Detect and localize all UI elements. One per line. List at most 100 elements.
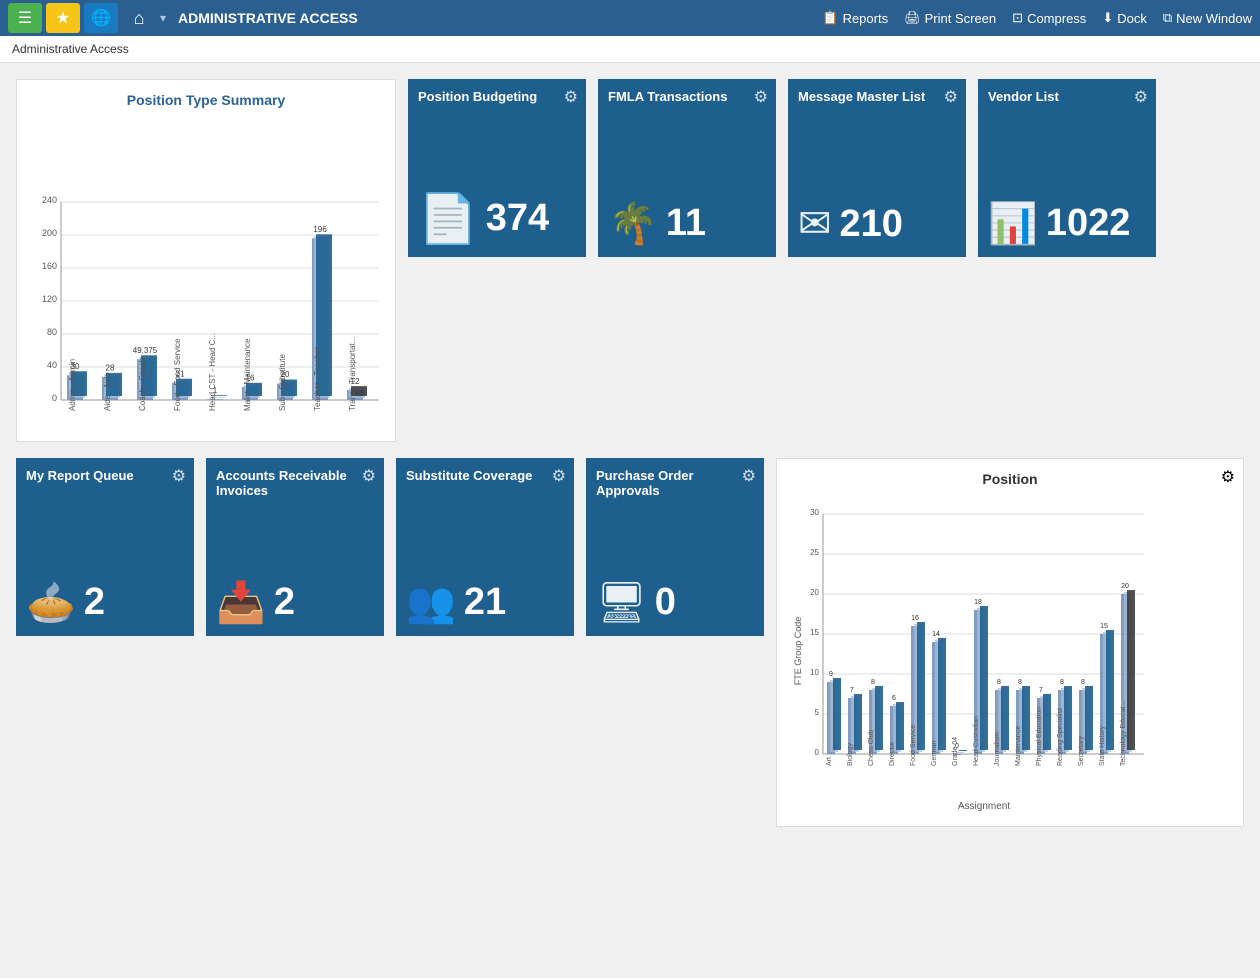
tile-count-fmla: 11 [666, 202, 706, 245]
home-button[interactable]: ⌂ [122, 3, 156, 33]
topbar: ☰ ★ 🌐 ⌂ ▾ ADMINISTRATIVE ACCESS 📋 Report… [0, 0, 1260, 36]
svg-text:German: German [931, 741, 938, 766]
gear-icon-vendor[interactable]: ⚙ [1134, 87, 1148, 107]
svg-text:25: 25 [810, 548, 819, 557]
svg-text:20: 20 [810, 588, 819, 597]
svg-text:6: 6 [892, 695, 896, 702]
position-type-chart: Position Type Summary 0 40 80 120 160 20… [16, 79, 396, 442]
breadcrumb-text: Administrative Access [12, 42, 129, 56]
svg-text:200: 200 [42, 228, 57, 238]
topbar-actions: 📋 Reports 🖨 Print Screen ⊡ Compress ⬇ Do… [822, 10, 1252, 26]
gear-icon-fmla[interactable]: ⚙ [754, 87, 768, 107]
tile-count-message: 210 [840, 203, 903, 246]
svg-text:8: 8 [1060, 679, 1064, 686]
svg-text:9: 9 [829, 671, 833, 678]
svg-text:8: 8 [871, 679, 875, 686]
svg-text:28: 28 [106, 364, 115, 373]
tile-title-message: Message Master List [798, 89, 956, 104]
svg-text:16: 16 [911, 615, 919, 622]
svg-text:14: 14 [932, 631, 940, 638]
svg-text:10: 10 [810, 668, 819, 677]
svg-text:Biology: Biology [847, 743, 854, 766]
star-icon: ★ [56, 8, 70, 28]
tile-vendor-list[interactable]: ⚙ Vendor List 📊 1022 [978, 79, 1156, 257]
svg-text:Admin - Admin: Admin - Admin [68, 359, 77, 411]
tile-position-budgeting[interactable]: ⚙ Position Budgeting 📄 374 [408, 79, 586, 257]
svg-text:Coach - Coach: Coach - Coach [138, 358, 147, 411]
gear-icon-report-queue[interactable]: ⚙ [172, 466, 186, 486]
gear-icon-position-chart[interactable]: ⚙ [1221, 467, 1235, 487]
menu-button[interactable]: ☰ [8, 3, 42, 33]
tile-substitute-coverage[interactable]: ⚙ Substitute Coverage 👥 21 [396, 458, 574, 636]
svg-text:Trans - Transportat...: Trans - Transportat... [348, 337, 357, 411]
tile-icon-purchase: 🖥 [596, 579, 647, 626]
svg-text:120: 120 [42, 294, 57, 304]
tile-purchase-order[interactable]: ⚙ Purchase Order Approvals 🖥 0 [586, 458, 764, 636]
svg-text:30: 30 [810, 508, 819, 517]
tile-report-queue[interactable]: ⚙ My Report Queue 🥧 2 [16, 458, 194, 636]
svg-text:240: 240 [42, 195, 57, 205]
gear-icon-message[interactable]: ⚙ [944, 87, 958, 107]
print-screen-action[interactable]: 🖨 Print Screen [904, 10, 996, 26]
svg-text:Head Custodian: Head Custodian [973, 716, 980, 766]
tile-accounts-receivable[interactable]: ⚙ Accounts Receivable Invoices 📥 2 [206, 458, 384, 636]
tile-icon-accounts: 📥 [216, 579, 266, 626]
svg-text:40: 40 [47, 360, 57, 370]
tile-message-master[interactable]: ⚙ Message Master List ✉ 210 [788, 79, 966, 257]
compress-action[interactable]: ⊡ Compress [1012, 10, 1086, 26]
tile-icon-fmla: 🌴 [608, 200, 658, 247]
svg-text:49.375: 49.375 [133, 346, 158, 355]
tile-count-substitute: 21 [464, 581, 506, 624]
tile-title-report-queue: My Report Queue [26, 468, 184, 483]
svg-text:Sub - Substitute: Sub - Substitute [278, 354, 287, 411]
tile-title-position-budgeting: Position Budgeting [418, 89, 576, 104]
svg-text:8: 8 [1081, 679, 1085, 686]
svg-text:FTE Group Code: FTE Group Code [793, 617, 803, 686]
tile-bottom-report-queue: 🥧 2 [26, 579, 184, 626]
reports-action[interactable]: 📋 Reports [822, 10, 888, 26]
tile-title-substitute: Substitute Coverage [406, 468, 564, 483]
main-content: Position Type Summary 0 40 80 120 160 20… [0, 63, 1260, 843]
svg-text:80: 80 [47, 327, 57, 337]
tile-count-vendor: 1022 [1046, 202, 1131, 245]
dock-action[interactable]: ⬇ Dock [1102, 10, 1147, 26]
print-label: Print Screen [925, 11, 997, 26]
top-row: Position Type Summary 0 40 80 120 160 20… [16, 79, 1244, 442]
tile-count-position-budgeting: 374 [486, 197, 549, 240]
gear-icon-purchase[interactable]: ⚙ [742, 466, 756, 486]
svg-text:7: 7 [1039, 687, 1043, 694]
globe-button[interactable]: 🌐 [84, 3, 118, 33]
reports-label: Reports [843, 11, 889, 26]
compress-icon: ⊡ [1012, 10, 1023, 26]
tile-title-vendor: Vendor List [988, 89, 1146, 104]
svg-text:15: 15 [1100, 623, 1108, 630]
dropdown-arrow[interactable]: ▾ [160, 11, 166, 25]
svg-text:196: 196 [313, 225, 327, 234]
svg-text:8: 8 [1018, 679, 1022, 686]
svg-text:Art: Art [826, 757, 833, 766]
home-icon: ⌂ [134, 8, 145, 29]
gear-icon-accounts[interactable]: ⚙ [362, 466, 376, 486]
tile-bottom-fmla: 🌴 11 [608, 200, 766, 247]
tile-icon-substitute: 👥 [406, 579, 456, 626]
tile-icon-report-queue: 🥧 [26, 579, 76, 626]
svg-text:Assignment: Assignment [958, 801, 1010, 811]
menu-icon: ☰ [18, 8, 32, 28]
new-window-action[interactable]: ⧉ New Window [1163, 10, 1252, 26]
svg-text:Grade 04: Grade 04 [952, 737, 959, 766]
favorites-button[interactable]: ★ [46, 3, 80, 33]
tile-bottom-position-budgeting: 📄 374 [418, 190, 576, 247]
gear-icon-substitute[interactable]: ⚙ [552, 466, 566, 486]
tile-title-fmla: FMLA Transactions [608, 89, 766, 104]
page-title: ADMINISTRATIVE ACCESS [178, 10, 818, 26]
tile-bottom-accounts: 📥 2 [216, 579, 374, 626]
dock-icon: ⬇ [1102, 10, 1113, 26]
gear-icon-position-budgeting[interactable]: ⚙ [564, 87, 578, 107]
position-chart: ⚙ Position FTE Group Code 0 5 10 15 20 2… [776, 458, 1244, 827]
tile-fmla-transactions[interactable]: ⚙ FMLA Transactions 🌴 11 [598, 79, 776, 257]
svg-text:160: 160 [42, 261, 57, 271]
tile-icon-message: ✉ [798, 201, 832, 247]
tile-count-report-queue: 2 [84, 581, 105, 624]
svg-text:Head CST - Head C...: Head CST - Head C... [208, 333, 217, 411]
svg-text:20: 20 [1121, 583, 1129, 590]
